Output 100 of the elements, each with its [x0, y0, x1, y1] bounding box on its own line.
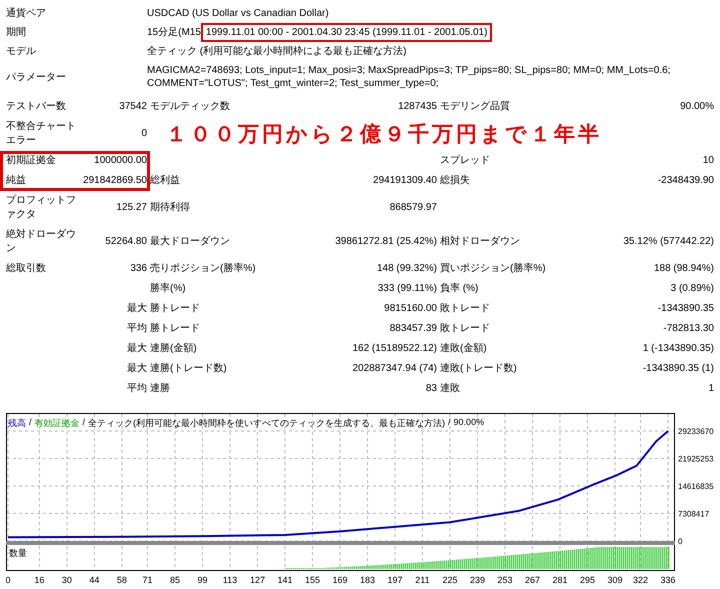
axis-tick-label: 0 [6, 575, 10, 585]
stat-value: 3 (0.89%) [670, 282, 714, 296]
axis-tick-label: 239 [470, 575, 485, 585]
stat-value: -1343890.35 (1) [642, 362, 714, 376]
stat-label: 総取引数 [6, 262, 47, 276]
stat-value: -1343890.35 [656, 302, 714, 316]
separator-text: / [28, 417, 33, 429]
highlighted-date-range: 1999.11.01 00:00 - 2001.04.30 23:45 (1999.11.01 - 2001.05.01) [200, 23, 492, 42]
field-value: 全ティック (利用可能な最小時間枠による最も正確な方法) [146, 44, 408, 59]
separator-text: / [447, 417, 452, 429]
legend-text: 有効証拠金 [34, 417, 80, 430]
stat-label: 連勝 [150, 382, 171, 396]
axis-tick-label: 309 [607, 575, 622, 585]
stat-label: 勝トレード [150, 302, 201, 316]
axis-tick-label: 16 [34, 575, 44, 585]
stat-value: 883457.39 [388, 322, 437, 336]
axis-tick-label: 155 [304, 575, 320, 585]
stat-label: 総利益 [150, 174, 181, 188]
parameter-text: COMMENT="LOTUS"; Test_gmt_winter=2; Test_summer_type=0; [146, 77, 440, 90]
axis-tick-label: 14616835 [678, 482, 714, 491]
stat-value: 1 [707, 382, 714, 396]
stat-label: 期待利得 [150, 200, 191, 215]
stat-label: 連勝(トレード数) [150, 362, 228, 376]
stat-value: 868579.97 [388, 201, 437, 215]
stat-value: 平均 [126, 382, 147, 396]
axis-tick-label: 7308417 [678, 510, 710, 518]
legend-text: 残高 [8, 417, 26, 430]
axis-tick-label: 281 [552, 575, 568, 585]
axis-tick-label: 141 [277, 575, 292, 585]
stat-label: 負率 (%) [440, 282, 480, 296]
axis-tick-label: 30 [62, 575, 72, 585]
legend-text: 全ティック(利用可能な最小時間枠を使いすべてのティックを生成する、最も正確な方法) [88, 417, 446, 430]
stat-label: モデルティック数 [150, 100, 231, 114]
stat-value: 294191309.40 [372, 174, 437, 188]
stat-value: 125.27 [115, 201, 147, 215]
field-value: 15分足(M15 [147, 26, 201, 39]
parameter-text: MAGICMA2=748693; Lots_input=1; Max_posi=3; MaxSpreadPips=3; TP_pips=80; SL_pips=80; MM=0; MM_Lots=0.6; [146, 64, 672, 77]
stat-value: 0 [140, 127, 147, 141]
stat-value: 1 (-1343890.35) [642, 342, 714, 356]
stat-value: 10 [702, 154, 714, 168]
stat-value: 336 [129, 262, 147, 276]
axis-tick-label: 0 [678, 537, 682, 546]
field-label: 通貨ペア [6, 6, 47, 21]
field-label: モデル [6, 45, 37, 59]
stat-label: プロフィットファクタ [6, 194, 77, 222]
axis-tick-label: 211 [415, 575, 430, 585]
stat-value: 83 [424, 382, 437, 396]
axis-tick-label: 58 [116, 575, 127, 585]
stat-label: モデリング品質 [440, 100, 511, 114]
stat-label: スプレッド [440, 154, 491, 168]
stat-value: 202887347.94 (74) [351, 362, 437, 376]
stat-value: 188 (98.94%) [652, 262, 714, 276]
separator-text: / [82, 417, 86, 429]
axis-tick-label: 99 [197, 575, 208, 585]
axis-tick-label: 267 [524, 575, 540, 585]
stat-value: 9815160.00 [383, 302, 437, 316]
stat-label: 勝トレード [150, 322, 201, 336]
stat-label: 不整合チャートエラー [6, 120, 77, 148]
stat-label: 連敗 [440, 382, 461, 396]
axis-tick-label: 29233670 [678, 427, 714, 436]
field-value: USDCAD (US Dollar vs Canadian Dollar) [146, 7, 330, 21]
axis-tick-label: 44 [89, 575, 100, 585]
stat-label: 買いポジション(勝率%) [440, 262, 547, 276]
panel-label: 数量 [9, 548, 27, 558]
axis-tick-label: 113 [222, 575, 238, 585]
stat-value: -782813.30 [662, 322, 714, 336]
stat-value: 291842869.50 [82, 174, 147, 188]
stat-value: 39861272.81 (25.42%) [334, 235, 437, 249]
stat-value: 37542 [118, 100, 147, 114]
stat-label: 敗トレード [440, 322, 491, 336]
axis-tick-label: 322 [632, 575, 648, 585]
stat-value: -2348439.90 [656, 174, 714, 188]
stat-label: 連勝(金額) [150, 342, 198, 356]
field-label: パラメーター [6, 70, 67, 84]
stat-label: 敗トレード [440, 302, 491, 316]
axis-tick-label: 183 [360, 575, 375, 585]
stat-value: 最大 [126, 302, 147, 316]
stat-value: 162 (15189522.12) [351, 342, 437, 356]
field-label: 期間 [6, 26, 27, 40]
stat-label: 純益 [6, 174, 27, 188]
axis-tick-label: 71 [142, 575, 152, 585]
axis-tick-label: 225 [442, 575, 458, 585]
stat-value: 52264.80 [104, 235, 147, 249]
stat-value: 35.12% (577442.22) [622, 235, 714, 249]
axis-tick-label: 85 [170, 575, 180, 585]
stat-label: 売りポジション(勝率%) [150, 262, 257, 276]
stat-value: 最大 [126, 362, 147, 376]
stat-value: 平均 [126, 322, 147, 336]
stat-label: 総損失 [440, 174, 471, 188]
axis-tick-label: 127 [250, 575, 265, 585]
axis-tick-label: 295 [580, 575, 595, 585]
stat-label: 絶対ドローダウン [6, 228, 77, 256]
stat-label: 連敗(トレード数) [440, 362, 518, 376]
axis-tick-label: 197 [387, 575, 402, 585]
stat-label: 勝率(%) [150, 282, 187, 296]
stat-value: 90.00% [679, 100, 714, 114]
stat-label: 初期証拠金 [6, 154, 57, 168]
stat-value: 最大 [126, 342, 147, 356]
stat-label: 連敗(金額) [440, 342, 488, 356]
stat-value: 1287435 [397, 100, 437, 114]
